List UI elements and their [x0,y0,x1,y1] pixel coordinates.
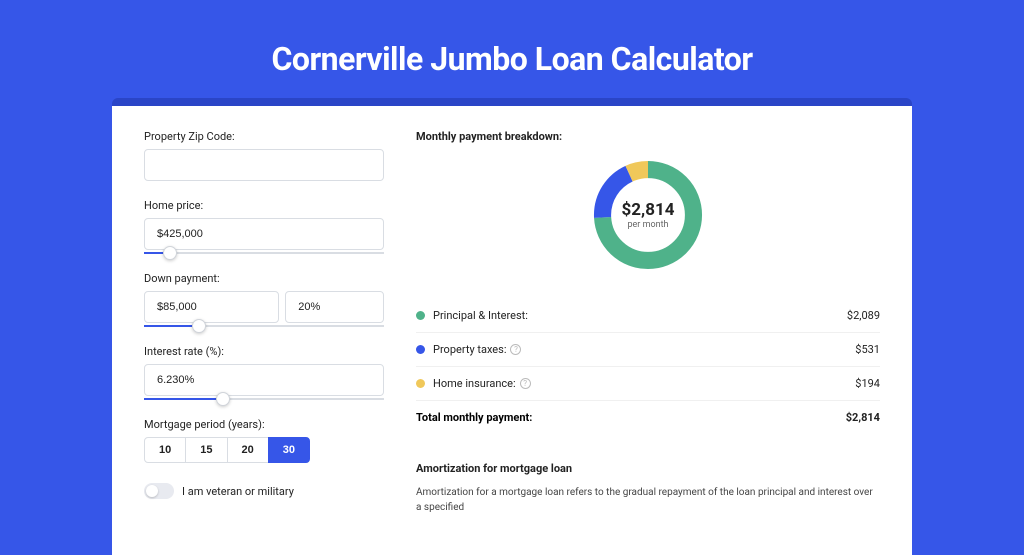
home-price-input[interactable] [144,218,384,250]
calculator-panel: Property Zip Code: Home price: Down paym… [112,106,912,555]
donut-subtext: per month [627,220,668,230]
veteran-toggle[interactable] [144,483,174,499]
veteran-toggle-label: I am veteran or military [182,485,294,498]
amortization-title: Amortization for mortgage loan [416,462,880,475]
down-payment-label: Down payment: [144,272,384,285]
period-btn-15[interactable]: 15 [185,437,227,463]
down-payment-slider[interactable] [144,325,384,327]
breakdown-column: Monthly payment breakdown: $2,814 per mo… [416,130,880,515]
rate-field: Interest rate (%): [144,345,384,400]
total-label: Total monthly payment: [416,411,532,424]
home-price-slider[interactable] [144,252,384,254]
page-title: Cornerville Jumbo Loan Calculator [0,40,1024,78]
legend-label-principal: Principal & Interest: [433,309,528,322]
donut-chart-wrap: $2,814 per month [416,155,880,275]
period-label: Mortgage period (years): [144,418,384,431]
rate-label: Interest rate (%): [144,345,384,358]
home-price-slider-thumb[interactable] [163,246,177,260]
legend-row-principal: Principal & Interest: $2,089 [416,299,880,333]
down-payment-input[interactable] [144,291,279,323]
legend-row-insurance: Home insurance: ? $194 [416,367,880,401]
legend-dot-taxes [416,345,425,354]
inputs-column: Property Zip Code: Home price: Down paym… [144,130,384,515]
legend-value-taxes: $531 [855,343,880,356]
total-row: Total monthly payment: $2,814 [416,401,880,434]
down-payment-slider-thumb[interactable] [192,319,206,333]
amortization-text: Amortization for a mortgage loan refers … [416,485,880,515]
donut-amount: $2,814 [622,200,675,220]
legend-row-taxes: Property taxes: ? $531 [416,333,880,367]
breakdown-title: Monthly payment breakdown: [416,130,880,143]
legend-label-taxes: Property taxes: [433,343,506,356]
period-field: Mortgage period (years): 10 15 20 30 [144,418,384,463]
calculator-panel-shadow: Property Zip Code: Home price: Down paym… [112,98,912,555]
zip-input[interactable] [144,149,384,181]
veteran-toggle-row: I am veteran or military [144,483,384,499]
legend-dot-insurance [416,379,425,388]
donut-chart: $2,814 per month [588,155,708,275]
down-payment-slider-fill [144,325,192,327]
legend-value-principal: $2,089 [847,309,880,322]
legend-value-insurance: $194 [855,377,880,390]
rate-slider-thumb[interactable] [216,392,230,406]
period-btn-20[interactable]: 20 [227,437,269,463]
total-value: $2,814 [846,411,880,424]
zip-label: Property Zip Code: [144,130,384,143]
rate-input[interactable] [144,364,384,396]
home-price-field: Home price: [144,199,384,254]
rate-slider[interactable] [144,398,384,400]
period-button-group: 10 15 20 30 [144,437,384,463]
period-btn-30[interactable]: 30 [268,437,310,463]
info-icon[interactable]: ? [510,344,521,355]
info-icon[interactable]: ? [520,378,531,389]
home-price-slider-fill [144,252,163,254]
down-payment-field: Down payment: [144,272,384,327]
legend-label-insurance: Home insurance: [433,377,516,390]
rate-slider-fill [144,398,216,400]
legend-dot-principal [416,311,425,320]
donut-center: $2,814 per month [588,155,708,275]
veteran-toggle-knob [146,485,158,497]
down-payment-pct-input[interactable] [285,291,384,323]
zip-field: Property Zip Code: [144,130,384,181]
home-price-label: Home price: [144,199,384,212]
period-btn-10[interactable]: 10 [144,437,186,463]
